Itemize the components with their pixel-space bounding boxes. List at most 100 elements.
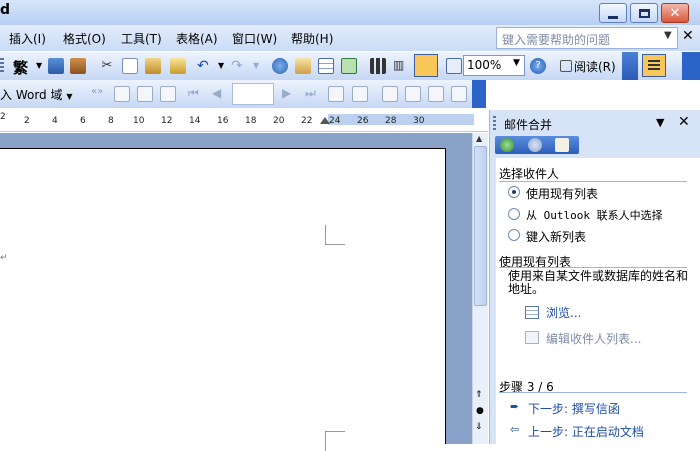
task-pane-title: 邮件合并 [504, 118, 553, 132]
chevron-down-icon[interactable]: ▼ [513, 58, 520, 68]
undo-icon[interactable]: ↶ [197, 58, 213, 74]
paste-icon[interactable] [145, 58, 161, 74]
section-divider [499, 181, 687, 182]
ruler-tick: 14 [189, 116, 201, 126]
ruler-tick: 2 [24, 116, 30, 126]
merge-to-fax-icon[interactable] [451, 86, 467, 102]
help-icon[interactable]: ? [530, 58, 546, 74]
menu-window[interactable]: 窗口(W) [232, 30, 277, 47]
ruler-tick: 6 [80, 116, 86, 126]
chevron-down-icon[interactable]: ▼ [253, 61, 259, 70]
menu-format[interactable]: 格式(O) [63, 30, 106, 47]
insert-word-field-label: 入 Word 域 [0, 88, 63, 102]
next-record-icon[interactable]: ▶ [282, 86, 298, 102]
cut-icon[interactable]: ✂ [99, 58, 115, 74]
help-search-input[interactable]: 键入需要帮助的问题 [496, 27, 678, 49]
chevron-down-icon[interactable]: ▼ [656, 116, 664, 129]
next-page-icon[interactable]: ⇓ [475, 422, 483, 432]
indent-marker-icon[interactable] [320, 117, 330, 124]
close-icon: ✕ [669, 5, 681, 21]
previous-step-link[interactable]: 上一步: 正在启动文档 [528, 423, 644, 440]
merge-to-document-icon[interactable] [382, 86, 398, 102]
menu-table[interactable]: 表格(A) [176, 30, 218, 47]
browse-object-icon[interactable]: ● [476, 406, 484, 416]
section-description: 使用来自某文件或数据库的姓名和地址。 [508, 269, 689, 296]
insert-word-field-button[interactable]: 入 Word 域 ▼ [0, 86, 72, 103]
maximize-button[interactable] [630, 3, 658, 23]
radio-new-list[interactable] [508, 229, 520, 241]
toolbar-options-button[interactable] [622, 52, 638, 80]
section-divider [499, 267, 687, 268]
document-page[interactable]: ↵ [0, 148, 446, 451]
chevron-down-icon[interactable]: ▼ [218, 61, 224, 70]
copy-icon[interactable] [122, 58, 138, 74]
close-button[interactable]: ✕ [661, 3, 689, 23]
ruler-tick: 16 [217, 116, 229, 126]
radio-existing-list[interactable] [508, 186, 520, 198]
forward-icon[interactable] [528, 138, 542, 152]
highlight-button[interactable] [642, 54, 666, 77]
ruler-tick: 10 [133, 116, 145, 126]
back-icon[interactable] [500, 138, 514, 152]
ruler-tick: 28 [385, 116, 397, 126]
previous-record-icon[interactable]: ◀ [212, 86, 228, 102]
radio-label-outlook-contacts[interactable]: 从 Outlook 联系人中选择 [526, 207, 663, 223]
menu-help[interactable]: 帮助(H) [291, 30, 333, 47]
chevron-down-icon[interactable]: ▼ [36, 61, 42, 70]
home-icon[interactable] [555, 138, 569, 152]
radio-label-new-list[interactable]: 键入新列表 [526, 228, 586, 245]
hyperlink-icon[interactable] [272, 58, 288, 74]
toolbar-options-button[interactable] [472, 80, 486, 108]
scrollbar-thumb[interactable] [474, 146, 487, 306]
scroll-up-icon[interactable]: ▲ [476, 134, 482, 143]
drawing-icon[interactable]: ▥ [393, 58, 409, 74]
tables-borders-icon[interactable] [295, 58, 311, 74]
menu-insert[interactable]: 插入(I) [9, 30, 46, 47]
menu-tools[interactable]: 工具(T) [121, 30, 162, 47]
close-pane-icon[interactable]: ✕ [678, 114, 690, 130]
redo-icon[interactable]: ↷ [231, 58, 247, 74]
format-painter-icon[interactable] [170, 58, 186, 74]
show-hide-icon[interactable] [446, 58, 462, 74]
merge-to-printer-icon[interactable] [405, 86, 421, 102]
edit-recipient-list-link[interactable]: 编辑收件人列表... [546, 330, 641, 347]
find-entry-icon[interactable] [328, 86, 344, 102]
read-button[interactable]: 阅读(R) [556, 58, 616, 75]
highlight-fields-icon[interactable] [137, 86, 153, 102]
view-merged-data-icon[interactable] [114, 86, 130, 102]
minimize-button[interactable] [599, 3, 627, 23]
edit-list-icon [525, 331, 539, 344]
chevron-down-icon[interactable]: ▼ [664, 30, 672, 41]
browse-link[interactable]: 浏览... [546, 304, 581, 321]
title-bar [0, 0, 700, 25]
record-number-input[interactable] [232, 83, 274, 105]
paragraph-mark-icon: ↵ [0, 253, 8, 263]
radio-outlook-contacts[interactable] [508, 208, 520, 220]
merge-to-email-icon[interactable] [428, 86, 444, 102]
match-fields-icon[interactable] [160, 86, 176, 102]
check-errors-icon[interactable] [352, 86, 368, 102]
margin-corner-mark [325, 431, 345, 451]
document-map-icon[interactable] [414, 54, 438, 77]
next-step-link[interactable]: 下一步: 撰写信函 [528, 400, 620, 417]
insert-table-icon[interactable] [318, 58, 334, 74]
traditional-chinese-button[interactable]: 繁 [13, 57, 28, 78]
margin-corner-mark [325, 225, 345, 245]
spelling-icon[interactable] [48, 58, 64, 74]
toolbar-options-button[interactable] [682, 52, 700, 80]
radio-label-existing-list[interactable]: 使用现有列表 [526, 185, 598, 202]
close-document-icon[interactable]: ✕ [682, 28, 694, 44]
previous-arrow-icon: ⇦ [510, 423, 520, 436]
ruler-tick: 8 [108, 116, 114, 126]
merge-field-codes-icon[interactable]: «» [91, 86, 107, 102]
columns-icon[interactable] [370, 58, 386, 74]
minimize-icon [608, 15, 618, 19]
ruler-tick: 30 [413, 116, 425, 126]
last-record-icon[interactable]: ⏭ [305, 86, 321, 102]
insert-excel-icon[interactable] [341, 58, 357, 74]
prev-page-icon[interactable]: ⇑ [475, 390, 483, 400]
first-record-icon[interactable]: ⏮ [188, 86, 204, 102]
research-icon[interactable] [70, 58, 86, 74]
ruler-tick: 26 [357, 116, 369, 126]
ruler-tick: 22 [301, 116, 313, 126]
